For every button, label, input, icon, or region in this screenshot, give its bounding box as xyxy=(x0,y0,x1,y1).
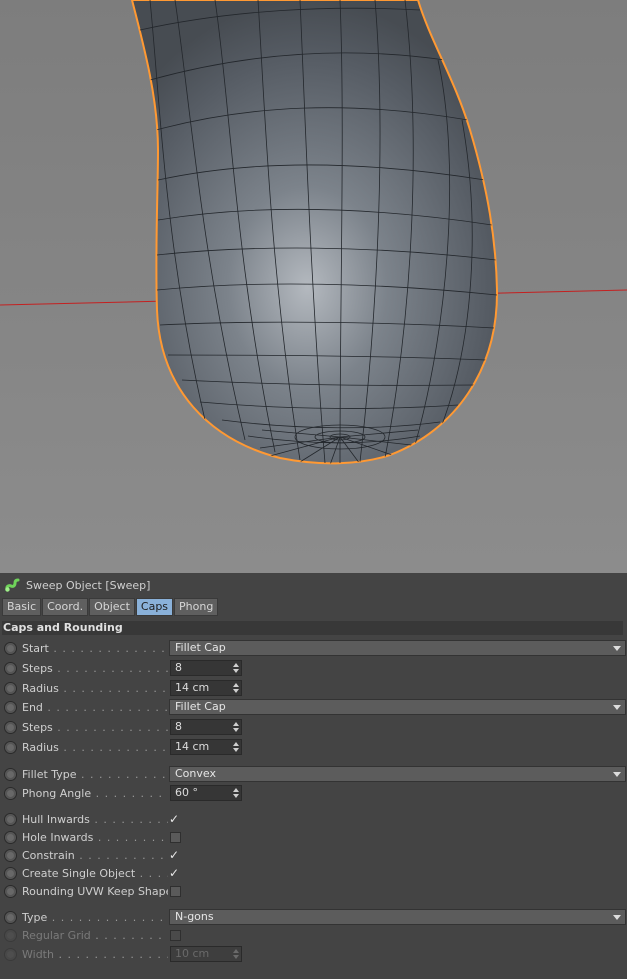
fillet-type-value: Convex xyxy=(175,767,216,780)
hull-inwards-checkbox[interactable]: ✓ xyxy=(169,813,179,825)
field-label-hull-inwards: Hull Inwards xyxy=(22,812,90,826)
animate-radio-icon[interactable] xyxy=(4,641,17,655)
animate-radio-icon[interactable] xyxy=(4,720,17,734)
stepper-arrows-icon[interactable] xyxy=(233,741,239,753)
chevron-down-icon xyxy=(613,772,621,777)
animate-radio-icon[interactable] xyxy=(4,848,17,862)
stepper-arrows-icon[interactable] xyxy=(233,662,239,674)
animate-radio-icon[interactable] xyxy=(4,866,17,880)
end-cap-value: Fillet Cap xyxy=(175,700,226,713)
field-row-fillet-type: Fillet Type . . . . . . . . . . . . . . … xyxy=(2,765,626,783)
animate-radio-icon xyxy=(4,928,17,942)
field-label-start-radius: Radius xyxy=(22,681,59,695)
field-row-end: End . . . . . . . . . . . . . . . . . . … xyxy=(2,698,626,716)
viewport-scene xyxy=(0,0,627,573)
field-label-constrain: Constrain xyxy=(22,848,75,862)
end-radius-value: 14 cm xyxy=(175,740,210,753)
field-label-start-steps: Steps xyxy=(22,661,53,675)
field-row-end-steps: Steps . . . . . . . . . . . . . . . . . … xyxy=(2,718,622,736)
end-steps-input[interactable]: 8 xyxy=(170,719,242,735)
type-dropdown[interactable]: N-gons xyxy=(169,909,626,925)
end-radius-input[interactable]: 14 cm xyxy=(170,739,242,755)
width-input: 10 cm xyxy=(170,946,242,962)
tab-caps[interactable]: Caps xyxy=(135,598,174,616)
field-row-start-radius: Radius . . . . . . . . . . . . . . . . .… xyxy=(2,679,622,697)
field-row-rounding-uvw: Rounding UVW Keep Shape xyxy=(2,882,622,900)
end-cap-dropdown[interactable]: Fillet Cap xyxy=(169,699,626,715)
stepper-arrows-icon[interactable] xyxy=(233,721,239,733)
tab-object[interactable]: Object xyxy=(89,598,135,616)
stepper-arrows-icon[interactable] xyxy=(233,787,239,799)
chevron-down-icon xyxy=(613,705,621,710)
tab-basic[interactable]: Basic xyxy=(2,598,42,616)
regular-grid-checkbox xyxy=(170,930,181,941)
animate-radio-icon[interactable] xyxy=(4,740,17,754)
field-label-start: Start xyxy=(22,641,49,655)
sweep-object-icon xyxy=(5,578,20,592)
animate-radio-icon[interactable] xyxy=(4,767,17,781)
3d-viewport[interactable] xyxy=(0,0,627,573)
end-steps-value: 8 xyxy=(175,720,182,733)
chevron-down-icon xyxy=(613,915,621,920)
field-row-start-steps: Steps . . . . . . . . . . . . . . . . . … xyxy=(2,659,622,677)
field-row-regular-grid: Regular Grid . . . . . . . . . . . . xyxy=(2,926,622,944)
width-value: 10 cm xyxy=(175,947,210,960)
field-row-type: Type . . . . . . . . . . . . . . . . . .… xyxy=(2,908,626,926)
field-label-rounding-uvw: Rounding UVW Keep Shape xyxy=(22,884,168,898)
tab-coord[interactable]: Coord. xyxy=(42,598,89,616)
field-row-phong-angle: Phong Angle . . . . . . . . . . . . 60 ° xyxy=(2,784,622,802)
field-row-width: Width . . . . . . . . . . . . . . . . . … xyxy=(2,945,622,963)
start-steps-value: 8 xyxy=(175,661,182,674)
animate-radio-icon[interactable] xyxy=(4,786,17,800)
create-single-object-checkbox[interactable]: ✓ xyxy=(169,867,179,879)
field-label-end-steps: Steps xyxy=(22,720,53,734)
field-label-create-single-object: Create Single Object xyxy=(22,866,136,880)
animate-radio-icon[interactable] xyxy=(4,910,17,924)
animate-radio-icon[interactable] xyxy=(4,700,17,714)
hole-inwards-checkbox[interactable] xyxy=(170,832,181,843)
start-cap-value: Fillet Cap xyxy=(175,641,226,654)
phong-angle-value: 60 ° xyxy=(175,786,198,799)
chevron-down-icon xyxy=(613,646,621,651)
field-label-end-radius: Radius xyxy=(22,740,59,754)
animate-radio-icon[interactable] xyxy=(4,884,17,898)
field-label-width: Width xyxy=(22,947,54,961)
stepper-arrows-icon xyxy=(233,948,239,960)
start-cap-dropdown[interactable]: Fillet Cap xyxy=(169,640,626,656)
animate-radio-icon xyxy=(4,947,17,961)
animate-radio-icon[interactable] xyxy=(4,681,17,695)
field-row-constrain: Constrain . . . . . . . . . . . . . . . … xyxy=(2,846,622,864)
start-radius-value: 14 cm xyxy=(175,681,210,694)
stepper-arrows-icon[interactable] xyxy=(233,682,239,694)
attribute-tabs: Basic Coord. Object Caps Phong xyxy=(2,598,219,616)
start-radius-input[interactable]: 14 cm xyxy=(170,680,242,696)
tab-phong[interactable]: Phong xyxy=(174,598,219,616)
type-value: N-gons xyxy=(175,910,214,923)
field-row-create-single-object: Create Single Object . . . . . . ✓ xyxy=(2,864,622,882)
object-title-row: Sweep Object [Sweep] xyxy=(4,576,150,594)
field-row-hull-inwards: Hull Inwards . . . . . . . . . . . . ✓ xyxy=(2,810,622,828)
animate-radio-icon[interactable] xyxy=(4,661,17,675)
section-caps-and-rounding: Caps and Rounding xyxy=(2,621,623,635)
fillet-type-dropdown[interactable]: Convex xyxy=(169,766,626,782)
field-label-type: Type xyxy=(22,910,48,924)
field-row-hole-inwards: Hole Inwards . . . . . . . . . . . . xyxy=(2,828,622,846)
attributes-panel: Sweep Object [Sweep] Basic Coord. Object… xyxy=(0,573,627,979)
rounding-uvw-checkbox[interactable] xyxy=(170,886,181,897)
field-label-phong-angle: Phong Angle xyxy=(22,786,92,800)
sweep-mesh[interactable] xyxy=(130,0,499,465)
animate-radio-icon[interactable] xyxy=(4,830,17,844)
constrain-checkbox[interactable]: ✓ xyxy=(169,849,179,861)
field-row-end-radius: Radius . . . . . . . . . . . . . . . . .… xyxy=(2,738,622,756)
field-label-fillet-type: Fillet Type xyxy=(22,767,77,781)
animate-radio-icon[interactable] xyxy=(4,812,17,826)
phong-angle-input[interactable]: 60 ° xyxy=(170,785,242,801)
object-title: Sweep Object [Sweep] xyxy=(26,578,151,592)
field-row-start: Start . . . . . . . . . . . . . . . . . … xyxy=(2,639,626,657)
field-label-hole-inwards: Hole Inwards xyxy=(22,830,94,844)
field-label-regular-grid: Regular Grid xyxy=(22,928,91,942)
start-steps-input[interactable]: 8 xyxy=(170,660,242,676)
field-label-end: End xyxy=(22,700,43,714)
